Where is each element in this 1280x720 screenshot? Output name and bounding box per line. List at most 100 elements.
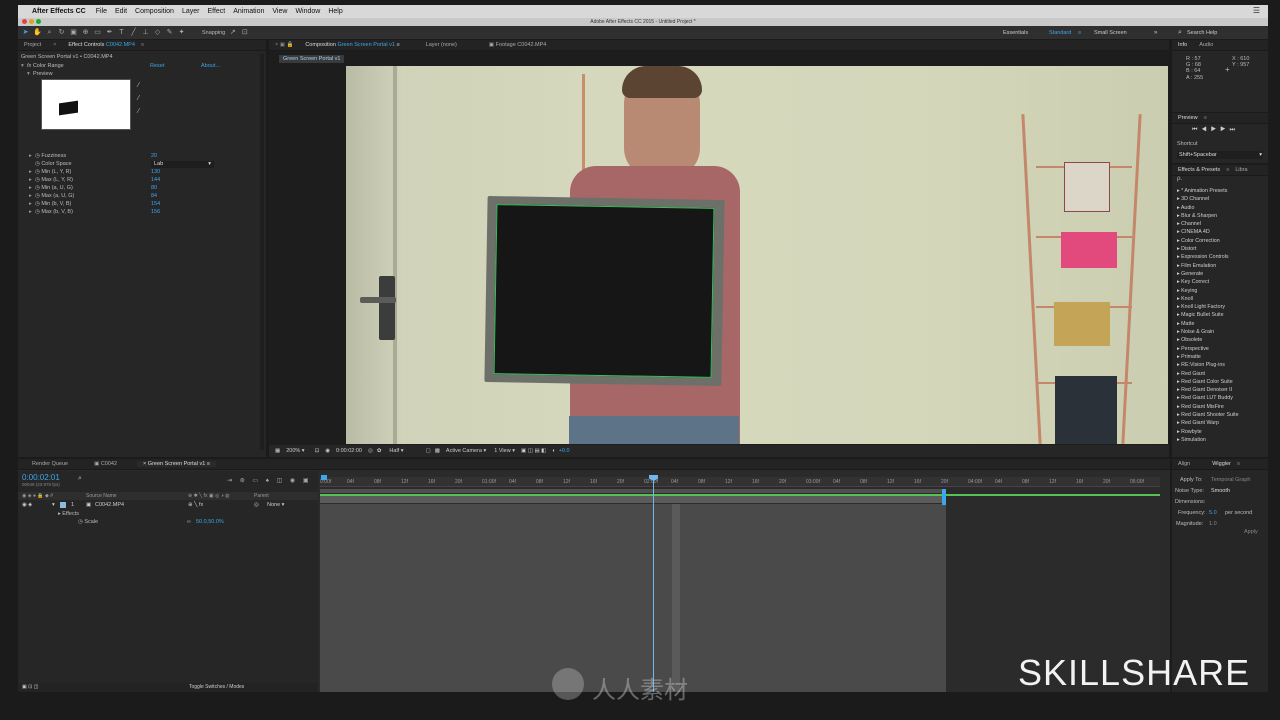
type-tool-icon[interactable]: T [117, 28, 126, 37]
exposure-icon[interactable]: ◐ [552, 448, 555, 454]
shortcut-dropdown[interactable]: Shift+Spacebar ▾ [1177, 151, 1263, 159]
layer-row[interactable]: ◉ ◈ ▾ 1 ▣ C0042.MP4 ⊕ ╲ fx ◎ None ▾ [18, 501, 318, 509]
layer-expand-icon[interactable]: ▾ [52, 501, 55, 509]
layer-audio-icon[interactable]: ◈ [28, 501, 32, 509]
camera-dropdown[interactable]: Active Camera ▾ [446, 448, 486, 454]
tab-c0042[interactable]: ▣ C0042 [88, 461, 123, 467]
effects-item[interactable]: ▸ Obsolete [1172, 336, 1268, 344]
constrain-proportions-icon[interactable]: ∞ [187, 518, 191, 526]
eyedropper-icon[interactable]: ⁄ [138, 82, 139, 89]
apply-button[interactable]: Apply [1244, 529, 1258, 535]
tab-green-screen-portal[interactable]: × Green Screen Portal v1 ≡ [137, 461, 217, 467]
param-max-l-value[interactable]: 144 [151, 176, 160, 184]
effects-item[interactable]: ▸ Expression Controls [1172, 253, 1268, 261]
transparency-grid-icon[interactable]: ▩ [435, 448, 440, 454]
app-menu[interactable]: After Effects CC [32, 8, 86, 15]
tab-composition[interactable]: Composition Green Screen Portal v1 ≡ [299, 42, 405, 48]
tab-close-icon[interactable]: × ▣ 🔒 [269, 42, 299, 48]
effects-item[interactable]: ▸ Audio [1172, 204, 1268, 212]
layer-bar[interactable] [320, 495, 946, 503]
eyedropper-minus-icon[interactable]: ⁄ [138, 108, 139, 115]
menu-window[interactable]: Window [295, 8, 320, 15]
source-name-header[interactable]: Source Name [86, 492, 117, 500]
menubar-list-icon[interactable]: ☰ [1253, 6, 1260, 15]
playback-controls[interactable]: ⏮◀▶▶⏭ [1192, 127, 1239, 134]
tab-effect-controls[interactable]: Effect Controls C0042.MP4 [62, 42, 141, 48]
comp-breadcrumb-chip[interactable]: Green Screen Portal v1 [279, 55, 345, 63]
apply-to-dropdown[interactable]: Temporal Graph [1211, 477, 1250, 483]
effects-item[interactable]: ▸ Red Giant Denoiser II [1172, 386, 1268, 394]
rectangle-tool-icon[interactable]: ▭ [93, 28, 102, 37]
minimize-window-button[interactable] [29, 19, 34, 24]
work-area-range[interactable] [320, 489, 946, 493]
effects-item[interactable]: ▸ 3D Channel [1172, 195, 1268, 203]
menu-view[interactable]: View [272, 8, 287, 15]
effects-item[interactable]: ▸ Primatte [1172, 353, 1268, 361]
scale-property[interactable]: ◷ Scale [78, 518, 98, 526]
param-min-l-value[interactable]: 130 [151, 168, 160, 176]
parent-header[interactable]: Parent [254, 492, 269, 500]
eyedropper-plus-icon[interactable]: ⁄ [138, 95, 139, 102]
pan-behind-tool-icon[interactable]: ⊕ [81, 28, 90, 37]
tab-project[interactable]: Project [18, 42, 47, 48]
menu-edit[interactable]: Edit [115, 8, 127, 15]
exposure-value[interactable]: +0.0 [559, 448, 570, 454]
parent-pickwhip-icon[interactable]: ◎ [254, 501, 259, 509]
preview-toggle[interactable]: ▾ Preview [27, 70, 275, 78]
effects-item[interactable]: ▸ Generate [1172, 270, 1268, 278]
camera-snapshot-icon[interactable]: ◉ [325, 448, 330, 454]
work-area-start-handle[interactable] [321, 475, 327, 480]
hand-tool-icon[interactable]: ✋ [33, 28, 42, 37]
effects-item[interactable]: ▸ Film Emulation [1172, 262, 1268, 270]
effects-item[interactable]: ▸ Key Correct [1172, 278, 1268, 286]
effects-item[interactable]: ▸ Red Giant Color Suite [1172, 378, 1268, 386]
param-fuzziness-value[interactable]: 20 [151, 152, 157, 160]
layer-label-color[interactable] [60, 502, 66, 508]
menu-effect[interactable]: Effect [207, 8, 225, 15]
effects-item[interactable]: ▸ Matte [1172, 320, 1268, 328]
magnitude-value[interactable]: 1.0 [1209, 521, 1217, 527]
toggle-pixel-aspect-icon[interactable]: ▣ ◫ ▤ ◧ [521, 448, 546, 454]
search-help-input[interactable]: Search Help [1187, 30, 1217, 36]
views-dropdown[interactable]: 1 View ▾ [494, 448, 515, 454]
menu-animation[interactable]: Animation [233, 8, 264, 15]
grid-icon[interactable]: ▦ [275, 448, 280, 454]
footer-icons[interactable]: ▣ ⊡ ◫ [22, 683, 38, 692]
video-frame[interactable] [346, 66, 1168, 444]
work-area-end-handle[interactable] [942, 489, 946, 505]
effects-item[interactable]: ▸ Red Giant [1172, 370, 1268, 378]
tab-info[interactable]: Info [1172, 42, 1193, 48]
reset-link[interactable]: Reset [150, 62, 164, 70]
layer-switches[interactable]: ⊕ ╲ fx [188, 501, 203, 509]
effects-item[interactable]: ▸ Red Giant LUT Buddy [1172, 394, 1268, 402]
effects-item[interactable]: ▸ Red Giant MisFire [1172, 403, 1268, 411]
effects-item[interactable]: ▸ Distort [1172, 245, 1268, 253]
tab-align[interactable]: Align [1172, 461, 1196, 467]
effects-item[interactable]: ▸ Red Giant Shooter Suite [1172, 411, 1268, 419]
timeline-switches-icons[interactable]: ⇥ ⊛ ▭ ♠ ◫ ◉ ▣ [227, 477, 312, 484]
noise-type-dropdown[interactable]: Smooth [1211, 488, 1230, 494]
effects-item[interactable]: ▸ Keying [1172, 287, 1268, 295]
current-time-indicator[interactable] [653, 475, 654, 692]
effects-item[interactable]: ▸ Rowbyte [1172, 428, 1268, 436]
effects-item[interactable]: ▸ Magic Bullet Suite [1172, 311, 1268, 319]
workspace-overflow-icon[interactable]: » [1154, 30, 1157, 36]
effects-item[interactable]: ▸ RE:Vision Plug-ins [1172, 361, 1268, 369]
param-max-a-value[interactable]: 84 [151, 192, 157, 200]
about-link[interactable]: About... [201, 62, 220, 70]
param-min-a-value[interactable]: 80 [151, 184, 157, 192]
search-icon[interactable]: ⌕ [1178, 29, 1182, 37]
param-max-b-value[interactable]: 156 [151, 208, 160, 216]
snapshot-icon[interactable]: ◎ [368, 448, 373, 454]
tab-close-icon[interactable]: × [47, 42, 62, 48]
resolution-dropdown[interactable]: Half ▾ [389, 448, 403, 454]
layer-name[interactable]: C0042.MP4 [95, 501, 124, 509]
parent-dropdown[interactable]: None ▾ [267, 501, 284, 509]
snapping-label[interactable]: Snapping [202, 30, 225, 36]
toggle-switches-modes[interactable]: Toggle Switches / Modes [189, 683, 244, 692]
time-ruler[interactable]: 0:00f 04f 08f 12f 16f 20f 01:00f 04f 08f 12f 16f 20… [320, 477, 1160, 487]
panel-menu-icon[interactable]: ≡ [141, 42, 144, 48]
roto-brush-tool-icon[interactable]: ✎ [165, 28, 174, 37]
pen-tool-icon[interactable]: ✒ [105, 28, 114, 37]
effects-group[interactable]: ▸ Effects [58, 510, 79, 518]
